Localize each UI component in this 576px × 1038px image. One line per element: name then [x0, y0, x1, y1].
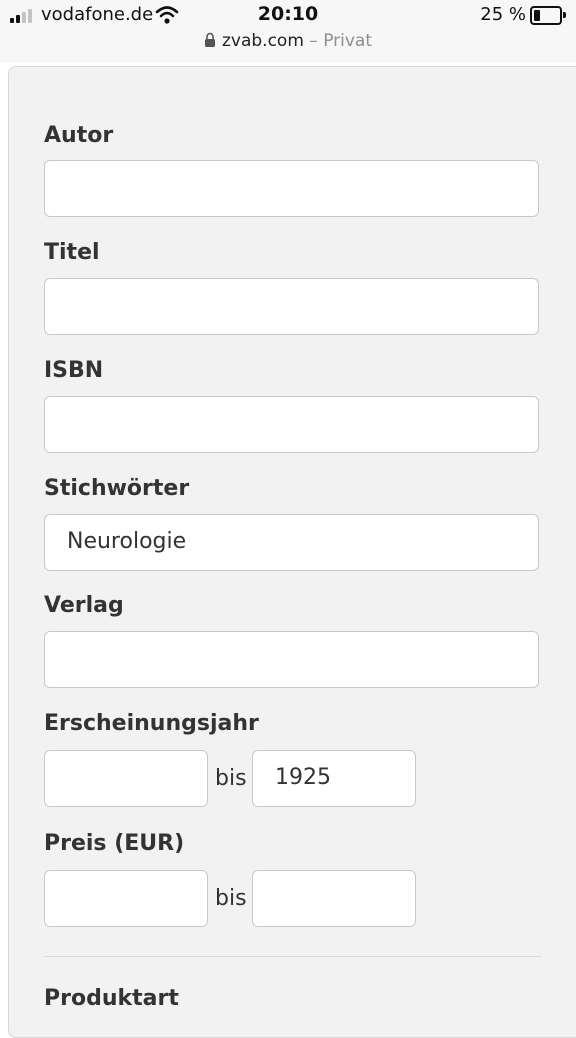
verlag-input[interactable] — [44, 631, 539, 688]
preis-to-input[interactable] — [252, 870, 416, 927]
verlag-label: Verlag — [44, 593, 124, 618]
stichwoerter-input[interactable]: Neurologie — [44, 514, 539, 571]
produktart-label: Produktart — [44, 986, 179, 1011]
autor-label: Autor — [44, 123, 114, 148]
titel-input[interactable] — [44, 278, 539, 335]
preis-bis-label: bis — [215, 886, 247, 911]
lock-icon — [204, 32, 215, 47]
url-domain: zvab.com — [221, 31, 304, 51]
titel-label: Titel — [44, 240, 100, 265]
battery-icon — [530, 6, 566, 25]
erscheinungsjahr-to-input[interactable]: 1925 — [252, 750, 416, 807]
erscheinungsjahr-label: Erscheinungsjahr — [44, 711, 259, 736]
private-mode-label: – Privat — [309, 31, 373, 51]
preis-from-input[interactable] — [44, 870, 208, 927]
battery-percentage: 25 % — [480, 4, 526, 25]
preis-label: Preis (EUR) — [44, 831, 185, 856]
erscheinungsjahr-bis-label: bis — [215, 766, 247, 791]
battery-fill — [534, 10, 540, 21]
isbn-label: ISBN — [44, 358, 104, 383]
isbn-input[interactable] — [44, 396, 539, 453]
section-divider — [44, 956, 541, 957]
address-bar[interactable]: zvab.com – Privat — [0, 31, 576, 51]
stichwoerter-label: Stichwörter — [44, 476, 190, 501]
erscheinungsjahr-from-input[interactable] — [44, 750, 208, 807]
autor-input[interactable] — [44, 160, 539, 217]
status-bar: vodafone.de 20:10 25 % zvab.com – Privat — [0, 0, 576, 62]
